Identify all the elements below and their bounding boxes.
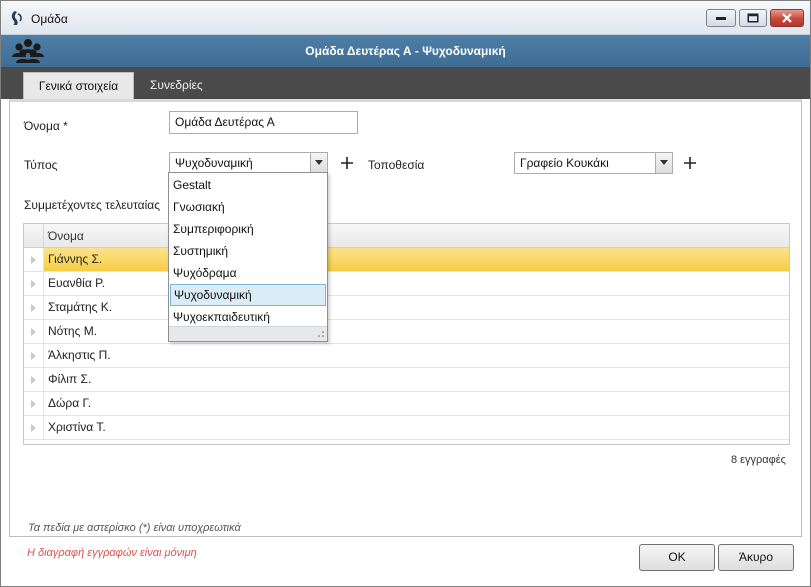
window-title: Ομάδα [31,12,68,26]
location-combobox[interactable]: Γραφείο Κουκάκι [514,152,673,174]
dropdown-option[interactable]: Συστημική [170,240,326,262]
participants-label: Συμμετέχοντες τελευταίας [24,198,161,212]
chevron-down-icon [660,160,668,165]
row-header[interactable] [24,368,44,391]
name-input[interactable]: Ομάδα Δευτέρας Α [169,111,358,134]
tab-strip: Γενικά στοιχεία Συνεδρίες [1,67,810,99]
location-combobox-value: Γραφείο Κουκάκι [520,156,609,170]
expand-triangle-icon[interactable] [31,424,36,432]
table-row[interactable]: Γιάννης Σ. [24,248,789,272]
expand-triangle-icon[interactable] [31,304,36,312]
participant-name: Νότης Μ. [48,324,98,338]
cancel-button[interactable]: Άκυρο [718,544,794,571]
app-logo-icon [11,11,22,25]
table-row[interactable]: Νότης Μ. [24,320,789,344]
required-fields-note: Τα πεδία με αστερίσκο (*) είναι υποχρεωτ… [28,522,241,534]
expand-triangle-icon[interactable] [31,256,36,264]
tab-sessions[interactable]: Συνεδρίες [138,72,215,99]
dropdown-option[interactable]: Gestalt [170,174,326,196]
type-label: Τύπος [24,158,58,172]
add-location-plus-icon[interactable] [683,156,697,170]
title-bar[interactable]: Ομάδα [1,1,810,35]
table-row[interactable]: Δώρα Γ. [24,392,789,416]
location-combobox-toggle[interactable] [655,153,672,173]
dropdown-option[interactable]: Ψυχόδραμα [170,262,326,284]
participant-name: Χριστίνα Τ. [48,420,106,434]
resize-grip-icon [318,331,324,337]
grid-header: Όνομα [24,224,789,248]
expand-triangle-icon[interactable] [31,280,36,288]
participant-name: Φίλιπ Σ. [48,372,92,386]
participants-grid[interactable]: Όνομα Γιάννης Σ. Ευανθία Ρ. Σταμάτης Κ. … [23,223,790,445]
row-header[interactable] [24,416,44,439]
expand-triangle-icon[interactable] [31,352,36,360]
expand-triangle-icon[interactable] [31,376,36,384]
participant-name: Δώρα Γ. [48,396,92,410]
close-button[interactable] [770,9,804,27]
row-header[interactable] [24,296,44,319]
dropdown-option-selected[interactable]: Ψυχοδυναμική [170,284,326,306]
row-header[interactable] [24,344,44,367]
general-info-panel: Όνομα * Ομάδα Δευτέρας Α Τύπος Ψυχοδυναμ… [9,99,802,537]
dialog-header: Ομάδα Δευτέρας Α - Ψυχοδυναμική [1,35,810,67]
row-header[interactable] [24,320,44,343]
record-count: 8 εγγραφές [730,454,786,466]
type-combobox-toggle[interactable] [310,153,327,173]
expand-triangle-icon[interactable] [31,328,36,336]
participant-name: Σταμάτης Κ. [48,300,113,314]
participant-name: Άλκηστις Π. [48,348,111,362]
table-row[interactable]: Άλκηστις Π. [24,344,789,368]
dropdown-resize-grip[interactable] [169,326,327,341]
dropdown-option[interactable]: Συμπεριφορική [170,218,326,240]
maximize-button[interactable] [739,9,767,27]
header-title: Ομάδα Δευτέρας Α - Ψυχοδυναμική [305,44,506,58]
ok-button[interactable]: OK [639,544,715,571]
table-row[interactable]: Χριστίνα Τ. [24,416,789,440]
delete-warning-note: Η διαγραφή εγγραφών είναι μόνιμη [27,547,197,559]
expand-triangle-icon[interactable] [31,400,36,408]
row-header[interactable] [24,392,44,415]
column-header-name[interactable]: Όνομα [48,224,84,248]
dropdown-option[interactable]: Ψυχοεκπαιδευτική [170,306,326,328]
minimize-icon [716,17,726,20]
location-label: Τοποθεσία [368,158,425,172]
chevron-down-icon [315,160,323,165]
grid-header-corner [24,224,44,247]
maximize-icon [747,13,759,23]
selected-row-highlight [44,248,789,271]
minimize-button[interactable] [706,9,736,27]
add-type-plus-icon[interactable] [340,156,354,170]
group-dialog-window: Ομάδα Ομάδα Δευτέρας Α - Ψυχοδυναμική Γε… [0,0,811,587]
table-row[interactable]: Φίλιπ Σ. [24,368,789,392]
type-combobox-value: Ψυχοδυναμική [175,156,253,170]
name-label: Όνομα * [24,119,68,133]
type-dropdown-list[interactable]: Gestalt Γνωσιακή Συμπεριφορική Συστημική… [168,172,328,342]
row-header[interactable] [24,272,44,295]
participant-name: Ευανθία Ρ. [48,276,105,290]
dropdown-option[interactable]: Γνωσιακή [170,196,326,218]
participant-name: Γιάννης Σ. [48,252,103,266]
table-row[interactable]: Ευανθία Ρ. [24,272,789,296]
close-icon [782,13,792,23]
table-row[interactable]: Σταμάτης Κ. [24,296,789,320]
row-header[interactable] [24,248,44,271]
tab-general-info[interactable]: Γενικά στοιχεία [23,72,134,99]
type-combobox[interactable]: Ψυχοδυναμική [169,152,328,174]
